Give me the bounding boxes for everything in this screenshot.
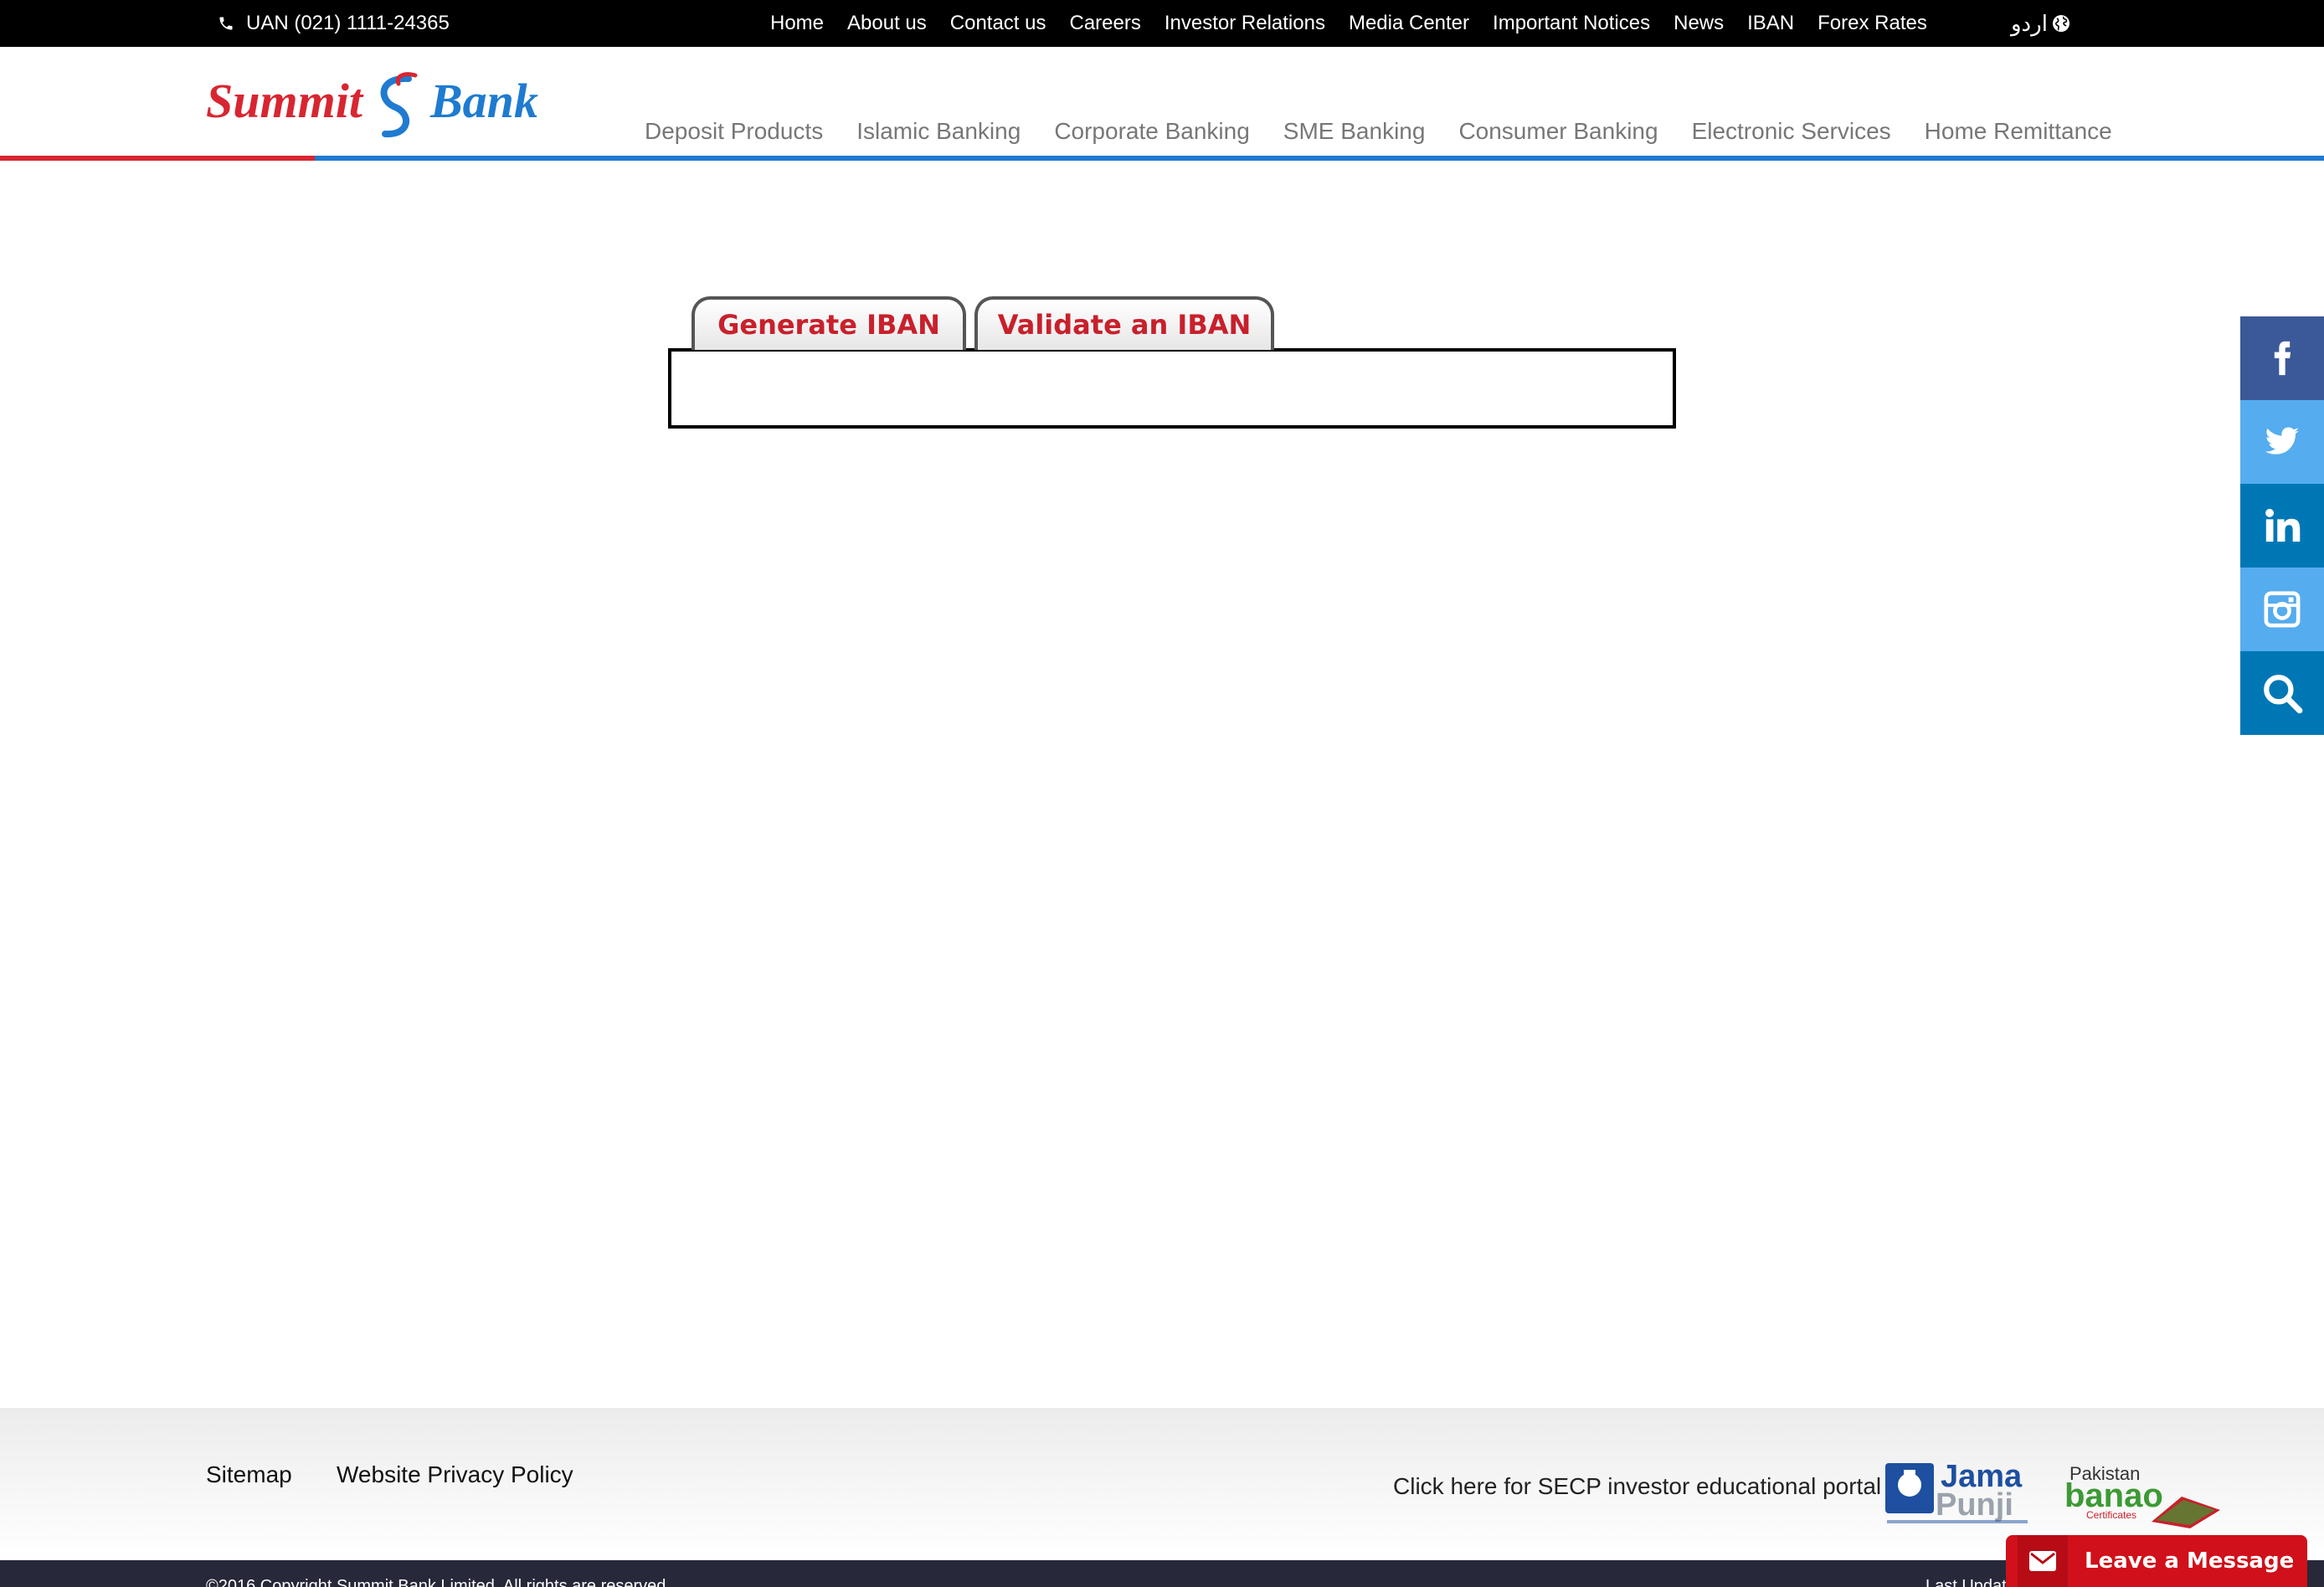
svg-text:Bank: Bank <box>429 74 538 128</box>
language-label: اردو <box>2011 10 2048 36</box>
summit-bank-logo[interactable]: Summit Bank <box>206 64 541 139</box>
header: Summit Bank Deposit Products Islamic Ban… <box>0 47 2324 156</box>
tab-generate-iban[interactable]: Generate IBAN <box>692 296 966 350</box>
uan-phone: UAN (021) 1111-24365 <box>218 0 450 47</box>
uan-text: UAN (021) 1111-24365 <box>246 12 450 34</box>
search-button[interactable] <box>2240 651 2324 735</box>
top-nav-careers[interactable]: Careers <box>1070 12 1141 35</box>
top-nav-contact[interactable]: Contact us <box>950 12 1046 35</box>
top-nav-iban[interactable]: IBAN <box>1747 12 1794 35</box>
nav-islamic-banking[interactable]: Islamic Banking <box>856 118 1021 145</box>
svg-text:Summit: Summit <box>206 74 364 128</box>
jama-punji-logo[interactable]: Jama Punji <box>1885 1460 2029 1532</box>
footer: Sitemap Website Privacy Policy Click her… <box>0 1408 2324 1560</box>
svg-text:Certificates: Certificates <box>2086 1509 2136 1521</box>
nav-sme-banking[interactable]: SME Banking <box>1283 118 1426 145</box>
footer-privacy-link[interactable]: Website Privacy Policy <box>337 1461 573 1488</box>
svg-text:Punji: Punji <box>1936 1487 2013 1523</box>
top-nav-home[interactable]: Home <box>770 12 824 35</box>
iban-tab-panel <box>668 348 1676 429</box>
top-nav-important-notices[interactable]: Important Notices <box>1493 12 1650 35</box>
linkedin-button[interactable] <box>2240 484 2324 568</box>
top-nav-investor-relations[interactable]: Investor Relations <box>1165 12 1325 35</box>
iban-tabs: Generate IBAN Validate an IBAN <box>668 295 1676 429</box>
top-nav-forex-rates[interactable]: Forex Rates <box>1818 12 1927 35</box>
header-rule-blue <box>315 156 2324 161</box>
instagram-icon <box>2264 591 2301 628</box>
nav-deposit-products[interactable]: Deposit Products <box>645 118 823 145</box>
nav-corporate-banking[interactable]: Corporate Banking <box>1054 118 1249 145</box>
bottom-bar: ©2016 Copyright Summit Bank Limited. All… <box>0 1560 2324 1587</box>
tab-validate-iban[interactable]: Validate an IBAN <box>974 296 1274 350</box>
copyright-text: ©2016 Copyright Summit Bank Limited. All… <box>206 1577 671 1587</box>
secp-portal-link[interactable]: Click here for SECP investor educational… <box>1393 1473 1881 1500</box>
pakistan-banao-logo[interactable]: Pakistan banao Certificates <box>2064 1463 2225 1530</box>
social-sidebar <box>2240 316 2324 735</box>
footer-sitemap-link[interactable]: Sitemap <box>206 1461 292 1488</box>
linkedin-icon <box>2265 508 2301 542</box>
top-nav-about[interactable]: About us <box>847 12 927 35</box>
globe-icon <box>2052 15 2069 32</box>
top-nav-news[interactable]: News <box>1674 12 1724 35</box>
nav-home-remittance[interactable]: Home Remittance <box>1925 118 2112 145</box>
facebook-icon <box>2274 341 2291 376</box>
envelope-icon <box>2018 1535 2068 1587</box>
search-icon <box>2264 675 2303 714</box>
facebook-button[interactable] <box>2240 316 2324 400</box>
phone-icon <box>219 17 233 30</box>
leave-message-label: Leave a Message <box>2085 1548 2295 1574</box>
top-bar: UAN (021) 1111-24365 Home About us Conta… <box>0 0 2324 47</box>
header-rule-red <box>0 156 315 161</box>
top-nav: Home About us Contact us Careers Investo… <box>770 0 1951 47</box>
nav-consumer-banking[interactable]: Consumer Banking <box>1458 118 1658 145</box>
nav-electronic-services[interactable]: Electronic Services <box>1692 118 1891 145</box>
twitter-button[interactable] <box>2240 400 2324 484</box>
top-nav-media-center[interactable]: Media Center <box>1349 12 1469 35</box>
language-switch[interactable]: اردو <box>2011 0 2071 47</box>
instagram-button[interactable] <box>2240 568 2324 651</box>
leave-message-button[interactable]: Leave a Message <box>2006 1535 2307 1587</box>
twitter-icon <box>2265 427 2300 455</box>
